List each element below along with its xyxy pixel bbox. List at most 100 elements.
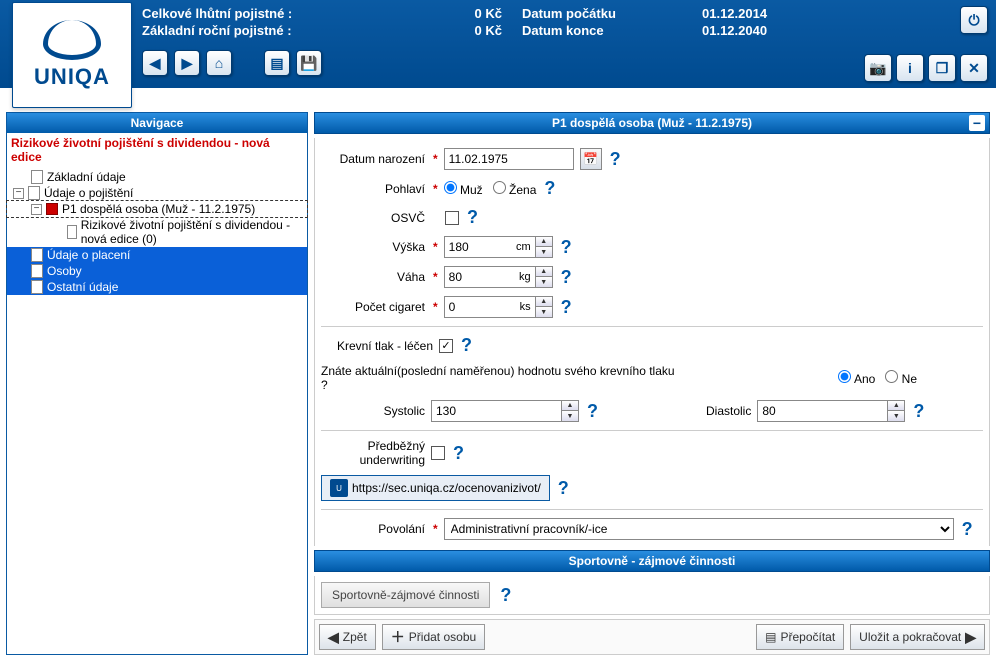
document-icon — [67, 225, 77, 239]
bp-no-radio[interactable]: Ne — [885, 370, 917, 386]
help-icon[interactable]: ? — [960, 519, 975, 540]
help-icon[interactable]: ? — [465, 207, 480, 228]
end-date-value: 01.12.2040 — [702, 23, 822, 38]
divider — [321, 430, 983, 431]
close-button[interactable]: ✕ — [960, 54, 988, 82]
chevron-up-icon[interactable]: ▲ — [536, 267, 552, 277]
back-button[interactable]: ◀Zpět — [319, 624, 376, 650]
help-icon[interactable]: ? — [459, 335, 474, 356]
nav-panel: Navigace Rizikové životní pojištění s di… — [6, 112, 308, 655]
collapse-icon[interactable]: − — [13, 188, 24, 199]
chevron-down-icon[interactable]: ▼ — [536, 277, 552, 287]
row-bp-values: Systolic ▲▼ ? Diastolic ▲▼ ? — [321, 396, 983, 426]
url-text: https://sec.uniqa.cz/ocenovanizivot/ — [352, 481, 541, 495]
arrow-left-icon: ◀ — [328, 629, 339, 646]
help-icon[interactable]: ? — [559, 237, 574, 258]
cig-stepper[interactable]: ▲▼ — [535, 296, 553, 318]
plus-icon: ＋ — [391, 627, 405, 647]
sex-male-radio[interactable]: Muž — [444, 181, 483, 197]
pre-uw-label: Předběžný underwriting — [321, 439, 425, 467]
diastolic-input[interactable] — [757, 400, 887, 422]
nav-tree: Základní údaje − Údaje o pojištění − P1 … — [7, 167, 307, 301]
weight-stepper[interactable]: ▲▼ — [535, 266, 553, 288]
bottom-bar: ◀Zpět ＋Přidat osobu ▤Přepočítat Uložit a… — [314, 619, 990, 655]
divider — [321, 326, 983, 327]
nav-product-title: Rizikové životní pojištění s dividendou … — [7, 133, 307, 167]
help-icon[interactable]: ? — [451, 443, 466, 464]
power-button[interactable]: ⏻ — [960, 6, 988, 34]
help-icon[interactable]: ? — [559, 267, 574, 288]
help-icon[interactable]: ? — [498, 585, 513, 606]
nav-title: Navigace — [7, 113, 307, 133]
help-icon[interactable]: ? — [556, 478, 571, 499]
calculator-button[interactable]: ▤ — [264, 50, 290, 76]
pricing-url-button[interactable]: U https://sec.uniqa.cz/ocenovanizivot/ — [321, 475, 550, 501]
required-icon: * — [431, 182, 438, 196]
annual-premium-value: 0 Kč — [342, 23, 502, 38]
systolic-stepper[interactable]: ▲▼ — [561, 400, 579, 422]
nav-item-p1[interactable]: − P1 dospělá osoba (Muž - 11.2.1975) — [7, 201, 307, 217]
nav-item-payment[interactable]: Údaje o placení — [7, 247, 307, 263]
save-continue-button[interactable]: Uložit a pokračovat▶ — [850, 624, 985, 650]
bp-treated-label: Krevní tlak - léčen — [321, 339, 433, 353]
person-icon — [46, 203, 58, 215]
info-button[interactable]: i — [896, 54, 924, 82]
chevron-up-icon[interactable]: ▲ — [536, 297, 552, 307]
bp-yes-radio[interactable]: Ano — [838, 370, 875, 386]
chevron-up-icon[interactable]: ▲ — [536, 237, 552, 247]
nav-item-other[interactable]: Ostatní údaje — [7, 279, 307, 295]
end-date-label: Datum konce — [522, 23, 682, 38]
nav-back-button[interactable]: ◀ — [142, 50, 168, 76]
chevron-down-icon[interactable]: ▼ — [536, 247, 552, 257]
chevron-down-icon[interactable]: ▼ — [562, 411, 578, 421]
save-continue-label: Uložit a pokračovat — [859, 630, 961, 644]
camera-button[interactable]: 📷 — [864, 54, 892, 82]
chevron-down-icon[interactable]: ▼ — [536, 307, 552, 317]
app-header: UNIQA Celkové lhůtní pojistné : 0 Kč Dat… — [0, 0, 996, 88]
osvc-checkbox[interactable] — [445, 211, 459, 225]
help-icon[interactable]: ? — [559, 297, 574, 318]
nav-item-p1-sub[interactable]: Rizikové životní pojištění s dividendou … — [7, 217, 307, 247]
nav-forward-button[interactable]: ▶ — [174, 50, 200, 76]
chevron-up-icon[interactable]: ▲ — [888, 401, 904, 411]
occupation-select[interactable]: Administrativní pracovník/-ice — [444, 518, 954, 540]
nav-item-label: P1 dospělá osoba (Muž - 11.2.1975) — [62, 202, 255, 216]
home-button[interactable]: ⌂ — [206, 50, 232, 76]
recalc-button[interactable]: ▤Přepočítat — [756, 624, 844, 650]
help-icon[interactable]: ? — [585, 401, 600, 422]
document-icon — [31, 248, 43, 262]
nav-item-persons[interactable]: Osoby — [7, 263, 307, 279]
sex-female-radio[interactable]: Žena — [493, 181, 537, 197]
chevron-up-icon[interactable]: ▲ — [562, 401, 578, 411]
help-icon[interactable]: ? — [911, 401, 926, 422]
calendar-icon[interactable]: 📅 — [580, 148, 602, 170]
total-premium-value: 0 Kč — [342, 6, 502, 21]
help-icon[interactable]: ? — [542, 178, 557, 199]
collapse-section-button[interactable]: − — [969, 115, 985, 131]
add-person-button[interactable]: ＋Přidat osobu — [382, 624, 485, 650]
weight-input[interactable] — [444, 266, 539, 288]
height-stepper[interactable]: ▲▼ — [535, 236, 553, 258]
document-icon — [31, 170, 43, 184]
section-title: P1 dospělá osoba (Muž - 11.2.1975) — [552, 116, 752, 130]
row-weight: Váha * kg ▲▼ ? — [321, 262, 983, 292]
save-button[interactable]: 💾 — [296, 50, 322, 76]
collapse-icon[interactable]: − — [31, 204, 42, 215]
systolic-input[interactable] — [431, 400, 561, 422]
nav-item-basic[interactable]: Základní údaje — [7, 169, 307, 185]
copy-button[interactable]: ❐ — [928, 54, 956, 82]
height-input[interactable] — [444, 236, 539, 258]
sports-button[interactable]: Sportovně-zájmové činnosti — [321, 582, 490, 608]
cig-input[interactable] — [444, 296, 539, 318]
nav-item-insurance[interactable]: − Údaje o pojištění — [7, 185, 307, 201]
required-icon: * — [431, 240, 438, 254]
bp-treated-checkbox[interactable]: ✓ — [439, 339, 453, 353]
chevron-down-icon[interactable]: ▼ — [888, 411, 904, 421]
help-icon[interactable]: ? — [608, 149, 623, 170]
row-occupation: Povolání * Administrativní pracovník/-ic… — [321, 514, 983, 544]
dob-input[interactable] — [444, 148, 574, 170]
pre-uw-checkbox[interactable] — [431, 446, 445, 460]
required-icon: * — [431, 522, 438, 536]
bp-known-radio: Ano Ne — [838, 370, 917, 386]
diastolic-stepper[interactable]: ▲▼ — [887, 400, 905, 422]
